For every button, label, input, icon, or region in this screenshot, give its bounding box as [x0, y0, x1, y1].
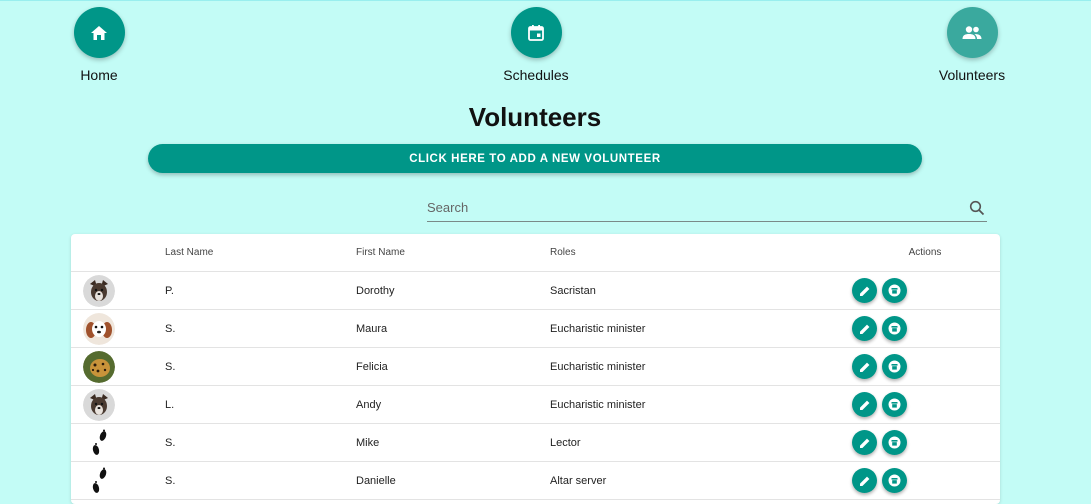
last-name-cell: L.: [165, 385, 356, 424]
last-name-cell: S.: [165, 461, 356, 500]
avatar-cell: [71, 347, 165, 386]
last-name-cell: S.: [165, 347, 356, 386]
table-row: S. Felicia Eucharistic minister: [71, 347, 1000, 386]
actions-cell: [850, 423, 1000, 462]
search-bar: [427, 195, 987, 222]
nav-schedules[interactable]: Schedules: [476, 7, 596, 83]
avatar-cell: [71, 461, 165, 500]
nav-home-label: Home: [80, 67, 118, 83]
edit-button[interactable]: [852, 392, 877, 417]
actions-cell: [850, 309, 1000, 348]
archive-icon: [888, 322, 901, 335]
pencil-icon: [859, 438, 869, 448]
table-row: P. Dorothy Sacristan: [71, 271, 1000, 310]
table-row: S. Mike Lector: [71, 423, 1000, 462]
first-name-cell: Danielle: [356, 461, 550, 500]
archive-icon: [888, 360, 901, 373]
edit-button[interactable]: [852, 354, 877, 379]
home-button[interactable]: [73, 7, 125, 58]
actions-cell: [850, 461, 1000, 500]
table-row: S. Danielle Altar server: [71, 461, 1000, 500]
nav-schedules-label: Schedules: [503, 67, 569, 83]
volunteers-table: Last Name First Name Roles Actions P. Dor…: [71, 234, 1000, 500]
schedules-button[interactable]: [510, 7, 562, 58]
table-row: L. Andy Eucharistic minister: [71, 385, 1000, 424]
table-header-row: Last Name First Name Roles Actions: [71, 234, 1000, 272]
last-name-cell: S.: [165, 423, 356, 462]
roles-cell: Sacristan: [550, 271, 850, 310]
roles-cell: Eucharistic minister: [550, 347, 850, 386]
avatar-cell: [71, 385, 165, 424]
edit-button[interactable]: [852, 468, 877, 493]
add-volunteer-button[interactable]: CLICK HERE TO ADD A NEW VOLUNTEER: [148, 144, 922, 173]
pencil-icon: [859, 476, 869, 486]
first-name-cell: Maura: [356, 309, 550, 348]
pencil-icon: [859, 286, 869, 296]
edit-button[interactable]: [852, 430, 877, 455]
people-icon: [962, 25, 982, 39]
avatar: [83, 274, 115, 307]
volunteers-table-card: Last Name First Name Roles Actions P. Dor…: [71, 234, 1000, 504]
archive-icon: [888, 284, 901, 297]
pencil-icon: [859, 362, 869, 372]
nav-volunteers[interactable]: Volunteers: [912, 7, 1032, 83]
archive-icon: [888, 398, 901, 411]
avatar: [83, 312, 115, 345]
actions-cell: [850, 271, 1000, 310]
first-name-cell: Dorothy: [356, 271, 550, 310]
roles-cell: Eucharistic minister: [550, 309, 850, 348]
first-name-cell: Andy: [356, 385, 550, 424]
pencil-icon: [859, 324, 869, 334]
calendar-icon: [528, 24, 544, 41]
roles-cell: Eucharistic minister: [550, 385, 850, 424]
archive-icon: [888, 436, 901, 449]
search-input[interactable]: [427, 195, 947, 219]
actions-cell: [850, 347, 1000, 386]
edit-button[interactable]: [852, 278, 877, 303]
first-name-cell: Felicia: [356, 347, 550, 386]
table-row: S. Maura Eucharistic minister: [71, 309, 1000, 348]
archive-icon: [888, 474, 901, 487]
avatar-cell: [71, 309, 165, 348]
delete-button[interactable]: [882, 392, 907, 417]
delete-button[interactable]: [882, 430, 907, 455]
avatar-cell: [71, 423, 165, 462]
nav-volunteers-label: Volunteers: [938, 67, 1006, 83]
top-border: [0, 0, 1091, 1]
roles-cell: Altar server: [550, 461, 850, 500]
avatar-cell: [71, 271, 165, 310]
header-actions: Actions: [850, 234, 1000, 272]
roles-cell: Lector: [550, 423, 850, 462]
nav-home[interactable]: Home: [39, 7, 159, 83]
delete-button[interactable]: [882, 354, 907, 379]
header-last-name[interactable]: Last Name: [165, 234, 356, 272]
header-roles[interactable]: Roles: [550, 234, 850, 272]
first-name-cell: Mike: [356, 423, 550, 462]
header-first-name[interactable]: First Name: [356, 234, 550, 272]
avatar: [83, 464, 115, 497]
delete-button[interactable]: [882, 278, 907, 303]
delete-button[interactable]: [882, 316, 907, 341]
page-title: Volunteers: [468, 102, 602, 132]
avatar: [83, 426, 115, 459]
pencil-icon: [859, 400, 869, 410]
actions-cell: [850, 385, 1000, 424]
home-icon: [91, 25, 107, 40]
avatar: [83, 388, 115, 421]
last-name-cell: S.: [165, 309, 356, 348]
volunteers-button[interactable]: [946, 7, 998, 58]
avatar: [83, 350, 115, 383]
search-icon[interactable]: [969, 200, 985, 216]
edit-button[interactable]: [852, 316, 877, 341]
last-name-cell: P.: [165, 271, 356, 310]
delete-button[interactable]: [882, 468, 907, 493]
header-avatar: [71, 234, 165, 272]
